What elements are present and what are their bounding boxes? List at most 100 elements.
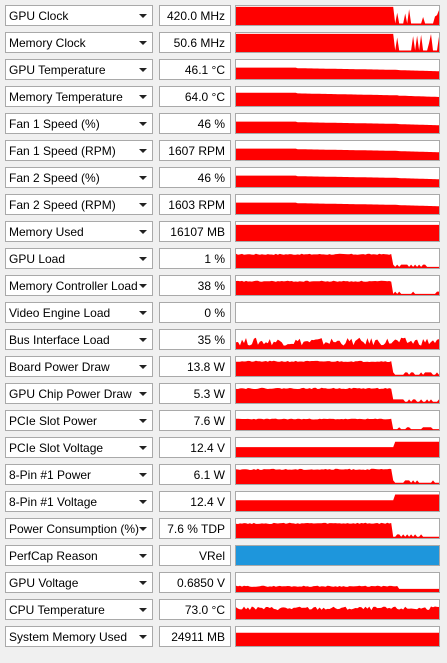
chevron-down-icon[interactable] xyxy=(139,311,147,315)
chevron-down-icon[interactable] xyxy=(139,14,147,18)
sensor-name-dropdown[interactable]: 8-Pin #1 Voltage xyxy=(5,491,153,512)
sensor-value-field: 46 % xyxy=(159,113,231,134)
sensor-graph-area xyxy=(236,280,439,295)
sensor-graph-plot xyxy=(236,253,439,268)
sensor-graph-plot xyxy=(236,418,439,430)
sensor-name-label: Fan 1 Speed (%) xyxy=(9,117,100,131)
chevron-down-icon[interactable] xyxy=(139,68,147,72)
sensor-graph xyxy=(235,518,440,539)
sensor-name-label: Power Consumption (%) xyxy=(9,522,140,536)
chevron-down-icon[interactable] xyxy=(139,257,147,261)
chevron-down-icon[interactable] xyxy=(139,41,147,45)
sensor-value: 5.3 W xyxy=(193,387,225,401)
sensor-graph-plot xyxy=(236,175,439,187)
chevron-down-icon[interactable] xyxy=(139,608,147,612)
chevron-down-icon[interactable] xyxy=(139,230,147,234)
sensor-graph-area xyxy=(236,468,439,484)
chevron-down-icon[interactable] xyxy=(139,527,147,531)
chevron-down-icon[interactable] xyxy=(139,473,147,477)
chevron-down-icon[interactable] xyxy=(139,446,147,450)
sensor-name-dropdown[interactable]: Memory Controller Load xyxy=(5,275,153,296)
sensor-name-dropdown[interactable]: Video Engine Load xyxy=(5,302,153,323)
chevron-down-icon[interactable] xyxy=(139,284,147,288)
sensor-row-memory-temperature: Memory Temperature 64.0 °C xyxy=(0,83,447,110)
sensor-graph-plot xyxy=(236,387,439,403)
sensor-row-perfcap-reason: PerfCap Reason VRel xyxy=(0,542,447,569)
sensor-value: 64.0 °C xyxy=(184,90,225,104)
sensor-value: 12.4 V xyxy=(190,495,225,509)
sensor-name-label: Memory Clock xyxy=(9,36,86,50)
sensor-graph-area xyxy=(236,253,439,268)
sensor-name-label: Memory Controller Load xyxy=(9,279,138,293)
sensor-graph-area xyxy=(236,92,439,106)
sensor-name-dropdown[interactable]: PCIe Slot Power xyxy=(5,410,153,431)
sensor-name-label: 8-Pin #1 Voltage xyxy=(9,495,98,509)
sensor-value: 16107 MB xyxy=(170,225,225,239)
sensor-name-label: Fan 2 Speed (%) xyxy=(9,171,100,185)
sensor-graph xyxy=(235,221,440,242)
chevron-down-icon[interactable] xyxy=(139,149,147,153)
sensor-panel: GPU Clock 420.0 MHz Memory Clock 50.6 MHz GP… xyxy=(0,0,447,663)
sensor-name-label: GPU Load xyxy=(9,252,66,266)
sensor-row-gpu-chip-power-draw: GPU Chip Power Draw 5.3 W xyxy=(0,380,447,407)
sensor-name-dropdown[interactable]: PCIe Slot Voltage xyxy=(5,437,153,458)
sensor-name-dropdown[interactable]: GPU Temperature xyxy=(5,59,153,80)
sensor-name-dropdown[interactable]: GPU Voltage xyxy=(5,572,153,593)
sensor-name-dropdown[interactable]: Fan 1 Speed (RPM) xyxy=(5,140,153,161)
sensor-value: 6.1 W xyxy=(193,468,225,482)
sensor-name-dropdown[interactable]: GPU Load xyxy=(5,248,153,269)
sensor-value: 0.6850 V xyxy=(176,576,225,590)
sensor-name-dropdown[interactable]: Fan 2 Speed (RPM) xyxy=(5,194,153,215)
chevron-down-icon[interactable] xyxy=(139,419,147,423)
chevron-down-icon[interactable] xyxy=(139,392,147,396)
sensor-name-dropdown[interactable]: Memory Clock xyxy=(5,32,153,53)
sensor-graph-plot xyxy=(236,224,439,241)
sensor-value: 24911 MB xyxy=(171,630,225,644)
sensor-value-field: 7.6 W xyxy=(159,410,231,431)
chevron-down-icon[interactable] xyxy=(139,338,147,342)
sensor-name-label: 8-Pin #1 Power xyxy=(9,468,92,482)
sensor-name-dropdown[interactable]: Bus Interface Load xyxy=(5,329,153,350)
sensor-name-label: CPU Temperature xyxy=(9,603,105,617)
sensor-row-memory-controller-load: Memory Controller Load 38 % xyxy=(0,272,447,299)
chevron-down-icon[interactable] xyxy=(139,176,147,180)
sensor-value: 46.1 °C xyxy=(184,63,225,77)
sensor-value-field: 0.6850 V xyxy=(159,572,231,593)
chevron-down-icon[interactable] xyxy=(139,365,147,369)
chevron-down-icon[interactable] xyxy=(139,122,147,126)
chevron-down-icon[interactable] xyxy=(139,500,147,504)
sensor-value-field: 420.0 MHz xyxy=(159,5,231,26)
sensor-name-dropdown[interactable]: Fan 2 Speed (%) xyxy=(5,167,153,188)
chevron-down-icon[interactable] xyxy=(139,581,147,585)
chevron-down-icon[interactable] xyxy=(139,203,147,207)
sensor-row-system-memory-used: System Memory Used 24911 MB xyxy=(0,623,447,650)
sensor-name-dropdown[interactable]: GPU Chip Power Draw xyxy=(5,383,153,404)
sensor-value: 46 % xyxy=(197,117,225,131)
sensor-graph xyxy=(235,464,440,485)
sensor-name-dropdown[interactable]: CPU Temperature xyxy=(5,599,153,620)
chevron-down-icon[interactable] xyxy=(139,554,147,558)
sensor-row-memory-used: Memory Used 16107 MB xyxy=(0,218,447,245)
sensor-row-fan-1-speed-rpm: Fan 1 Speed (RPM) 1607 RPM xyxy=(0,137,447,164)
sensor-name-dropdown[interactable]: Power Consumption (%) xyxy=(5,518,153,539)
chevron-down-icon[interactable] xyxy=(139,635,147,639)
sensor-value-field: 35 % xyxy=(159,329,231,350)
sensor-name-dropdown[interactable]: Memory Used xyxy=(5,221,153,242)
sensor-graph xyxy=(235,5,440,26)
chevron-down-icon[interactable] xyxy=(139,95,147,99)
sensor-name-dropdown[interactable]: PerfCap Reason xyxy=(5,545,153,566)
sensor-graph-area xyxy=(236,175,439,187)
sensor-graph xyxy=(235,32,440,53)
sensor-name-dropdown[interactable]: Memory Temperature xyxy=(5,86,153,107)
sensor-value: 35 % xyxy=(197,333,225,347)
sensor-name-dropdown[interactable]: 8-Pin #1 Power xyxy=(5,464,153,485)
sensor-row-gpu-temperature: GPU Temperature 46.1 °C xyxy=(0,56,447,83)
sensor-graph xyxy=(235,383,440,404)
sensor-graph-plot xyxy=(236,468,439,484)
sensor-name-dropdown[interactable]: Board Power Draw xyxy=(5,356,153,377)
sensor-name-dropdown[interactable]: Fan 1 Speed (%) xyxy=(5,113,153,134)
sensor-name-dropdown[interactable]: System Memory Used xyxy=(5,626,153,647)
sensor-row-fan-2-speed: Fan 2 Speed (%) 46 % xyxy=(0,164,447,191)
sensor-row-fan-1-speed: Fan 1 Speed (%) 46 % xyxy=(0,110,447,137)
sensor-name-dropdown[interactable]: GPU Clock xyxy=(5,5,153,26)
